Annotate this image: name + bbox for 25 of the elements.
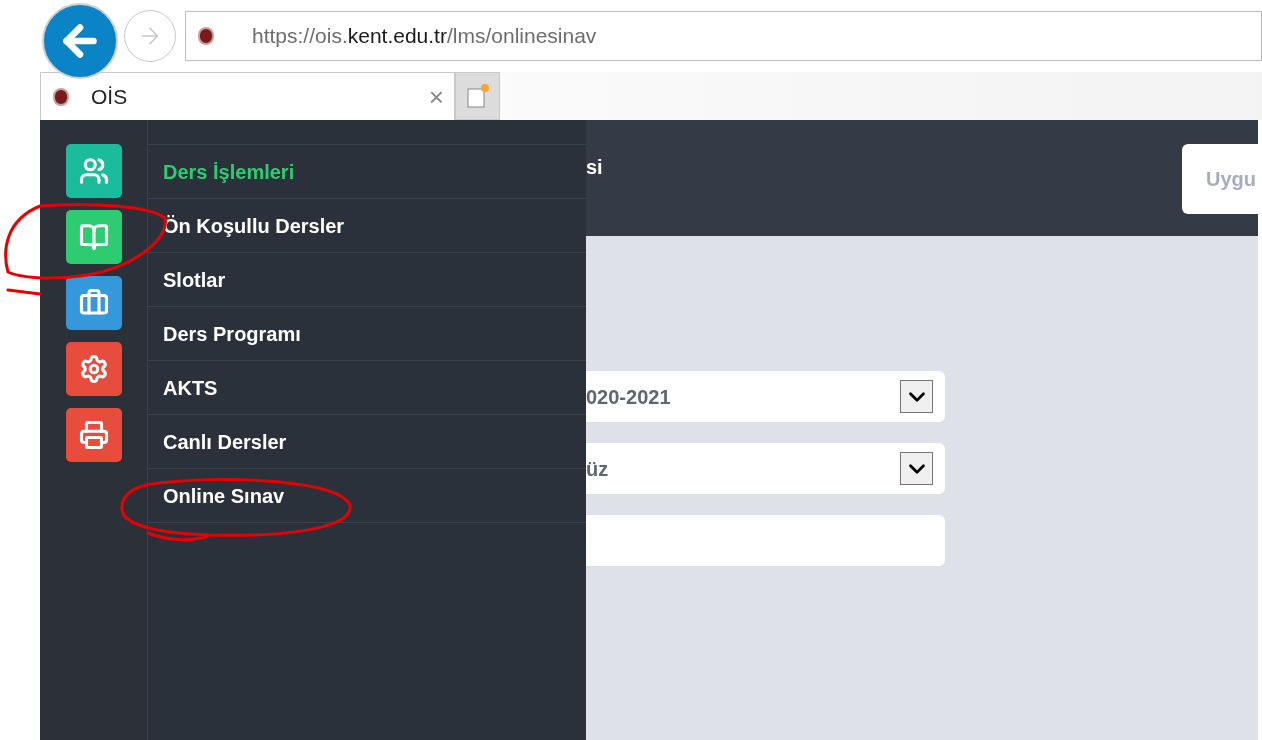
page-title: si (586, 155, 603, 180)
site-favicon-icon (53, 87, 69, 106)
select-field[interactable]: üz (586, 443, 945, 494)
sidebar-button[interactable] (65, 342, 122, 396)
site-favicon-icon (198, 27, 214, 45)
url-text: https://ois.kent.edu.tr/lms/onlinesinav (252, 23, 597, 50)
input-field[interactable] (586, 515, 945, 566)
sidebar-button[interactable] (65, 144, 122, 198)
tab-close-button[interactable]: × (428, 83, 444, 110)
menu-item[interactable]: AKTS (148, 361, 586, 415)
browser-tab[interactable]: OİS × (40, 72, 455, 120)
sidebar-button[interactable] (65, 210, 122, 264)
printer-icon (78, 420, 109, 450)
tab-title: OİS (91, 83, 129, 110)
address-bar[interactable]: https://ois.kent.edu.tr/lms/onlinesinav (185, 11, 1262, 61)
select-field[interactable]: 020-2021 (586, 371, 945, 422)
field-value: üz (586, 456, 609, 482)
users-icon (78, 156, 109, 186)
settings-icon (78, 354, 109, 384)
sidebar-button[interactable] (65, 408, 122, 462)
new-tab-icon (465, 83, 490, 109)
field-value: 020-2021 (586, 384, 671, 410)
briefcase-icon (78, 288, 109, 318)
sidebar-button[interactable] (65, 276, 122, 330)
book-icon (78, 222, 109, 252)
